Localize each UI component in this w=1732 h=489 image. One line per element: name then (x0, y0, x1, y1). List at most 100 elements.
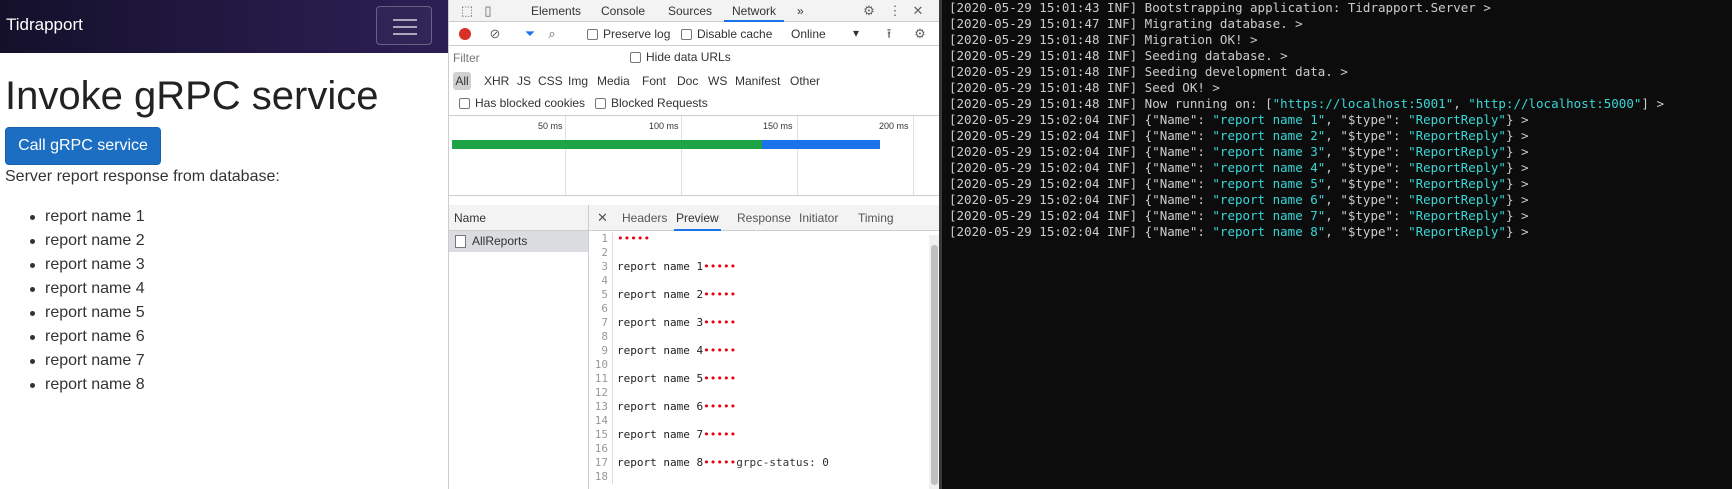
log-prefix: [2020-05-29 15:01:48 INF] (949, 64, 1145, 79)
gear-icon[interactable]: ⚙ (861, 3, 877, 19)
response-label: Server report response from database: (5, 168, 280, 185)
close-icon[interactable]: ✕ (910, 3, 926, 19)
log-text: {"Name": (1144, 112, 1213, 127)
line-number: 16 (589, 442, 613, 456)
blocked-cookies-checkbox[interactable] (459, 98, 470, 109)
blocked-requests-checkbox[interactable] (595, 98, 606, 109)
type-filter-media[interactable]: Media (597, 74, 630, 88)
more-tabs-button[interactable]: » (797, 0, 804, 22)
detail-tabbar: ✕ Headers Preview Response Initiator Tim… (589, 205, 939, 231)
type-filter-css[interactable]: CSS (538, 74, 563, 88)
log-text: } > (1505, 224, 1529, 239)
console-line: [2020-05-29 15:01:43 INF] Bootstrapping … (942, 0, 1732, 16)
binary-marker: ••••• (703, 400, 737, 413)
tab-headers[interactable]: Headers (622, 205, 667, 231)
code-text: report name 2 (617, 288, 704, 301)
menu-toggle-button[interactable] (376, 6, 432, 45)
tab-sources[interactable]: Sources (668, 0, 712, 22)
tab-preview[interactable]: Preview (674, 205, 721, 231)
type-filter-manifest[interactable]: Manifest (735, 74, 780, 88)
inspect-element-icon[interactable]: ⬚ (459, 3, 475, 19)
log-prefix: [2020-05-29 15:01:48 INF] (949, 48, 1145, 63)
request-row[interactable]: AllReports (449, 231, 588, 252)
network-overview-timeline[interactable]: 50 ms 100 ms 150 ms 200 ms (449, 116, 939, 196)
code-line: 2 (589, 246, 929, 260)
terminal-console: [2020-05-29 15:01:43 INF] Bootstrapping … (939, 0, 1732, 489)
console-line: [2020-05-29 15:01:48 INF] Seed OK! > (942, 80, 1732, 96)
line-number: 6 (589, 302, 613, 316)
preview-code: 1 ••••• 2 3 report name 1••••• 4 5 report n… (589, 232, 929, 489)
line-number: 10 (589, 358, 613, 372)
tab-elements[interactable]: Elements (531, 0, 581, 22)
blocked-requests-label: Blocked Requests (611, 96, 708, 110)
type-filter-img[interactable]: Img (568, 74, 588, 88)
filter-input[interactable] (453, 49, 613, 67)
throttle-select[interactable]: Online (791, 27, 826, 41)
code-line: 17 report name 8•••••grpc-status: 0 (589, 456, 929, 470)
log-value: "ReportReply" (1408, 208, 1506, 223)
import-har-icon[interactable]: ⭱ (881, 26, 897, 42)
type-filter-xhr[interactable]: XHR (484, 74, 509, 88)
hide-data-urls-checkbox[interactable] (630, 52, 641, 63)
filter-icon[interactable]: ⏷ (522, 26, 538, 42)
log-prefix: [2020-05-29 15:01:48 INF] (949, 80, 1145, 95)
name-column-header[interactable]: Name (449, 205, 588, 231)
network-settings-gear-icon[interactable]: ⚙ (912, 26, 928, 42)
log-prefix: [2020-05-29 15:02:04 INF] (949, 192, 1145, 207)
console-line: [2020-05-29 15:02:04 INF] {"Name": "repo… (942, 160, 1732, 176)
kebab-menu-icon[interactable]: ⋮ (887, 3, 903, 19)
hamburger-icon-line (393, 26, 417, 28)
code-line: 5 report name 2••••• (589, 288, 929, 302)
grid-line (913, 116, 914, 195)
log-value: "report name 5" (1212, 176, 1326, 191)
timeline-waiting-bar (452, 140, 762, 149)
type-filter-doc[interactable]: Doc (677, 74, 698, 88)
preserve-log-checkbox[interactable] (587, 29, 598, 40)
type-filter-js[interactable]: JS (517, 74, 531, 88)
devtools-tabbar: ⬚ ▯ Elements Console Sources Network » ⚙… (449, 0, 939, 22)
line-number: 2 (589, 246, 613, 260)
type-filter-ws[interactable]: WS (708, 74, 727, 88)
tab-network[interactable]: Network (724, 0, 785, 22)
close-icon[interactable]: ✕ (597, 205, 608, 231)
tab-initiator[interactable]: Initiator (799, 205, 838, 231)
log-text: {"Name": (1144, 160, 1213, 175)
tab-response[interactable]: Response (737, 205, 791, 231)
list-item: report name 1 (30, 205, 145, 229)
type-filter-all[interactable]: All (453, 72, 471, 90)
call-grpc-button[interactable]: Call gRPC service (5, 127, 161, 165)
log-text: , "$type": (1325, 224, 1409, 239)
type-filter-other[interactable]: Other (790, 74, 820, 88)
console-line: [2020-05-29 15:02:04 INF] {"Name": "repo… (942, 144, 1732, 160)
line-number: 5 (589, 288, 613, 302)
code-suffix: grpc-status: 0 (736, 456, 829, 469)
console-line: [2020-05-29 15:02:04 INF] {"Name": "repo… (942, 192, 1732, 208)
scrollbar-thumb[interactable] (931, 245, 938, 485)
request-area: Name AllReports ✕ Headers Preview Respon… (449, 205, 939, 489)
log-text: } > (1505, 128, 1529, 143)
type-filter-font[interactable]: Font (642, 74, 666, 88)
code-line: 7 report name 3••••• (589, 316, 929, 330)
console-line: [2020-05-29 15:01:48 INF] Seeding develo… (942, 64, 1732, 80)
tab-console[interactable]: Console (601, 0, 645, 22)
record-icon[interactable] (459, 28, 471, 40)
log-text: Bootstrapping application: Tidrapport.Se… (1144, 0, 1491, 15)
navbar-brand[interactable]: Tidrapport (6, 15, 83, 35)
list-item: report name 7 (30, 349, 145, 373)
scrollbar[interactable] (929, 235, 939, 489)
disable-cache-checkbox[interactable] (681, 29, 692, 40)
line-number: 9 (589, 344, 613, 358)
list-item: report name 6 (30, 325, 145, 349)
clear-icon[interactable]: ⊘ (487, 26, 503, 42)
device-toolbar-icon[interactable]: ▯ (480, 3, 496, 19)
search-icon[interactable]: ⌕ (544, 26, 560, 42)
code-line: 4 (589, 274, 929, 288)
code-line: 6 (589, 302, 929, 316)
line-number: 4 (589, 274, 613, 288)
chevron-down-icon[interactable]: ▾ (853, 26, 859, 40)
tab-timing[interactable]: Timing (858, 205, 894, 231)
